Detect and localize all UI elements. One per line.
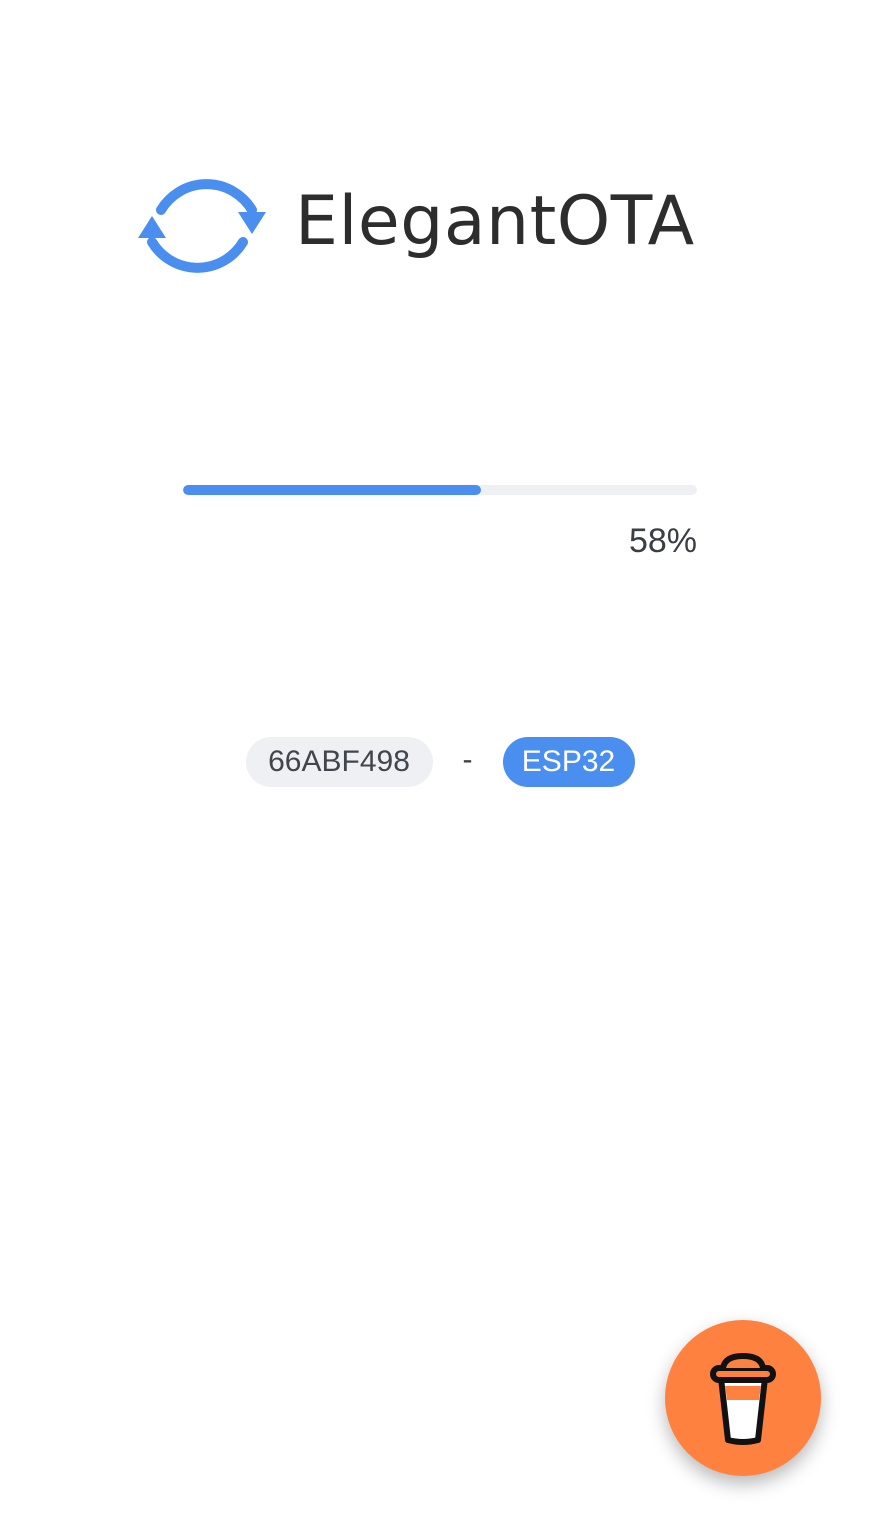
update-progress-bar [183, 485, 697, 495]
device-info: 66ABF498 - ESP32 [0, 737, 880, 787]
sync-arrows-icon [138, 179, 266, 273]
hardware-badge: ESP32 [502, 737, 635, 787]
app-name: ElegantOTA [295, 182, 695, 261]
progress-percent-label: 58% [628, 522, 697, 560]
device-id-badge: 66ABF498 [245, 737, 433, 787]
device-info-separator: - [462, 743, 473, 776]
coffee-cup-icon [710, 1353, 776, 1445]
app-logo: ElegantOTA [135, 165, 695, 285]
buy-me-a-coffee-button[interactable] [665, 1320, 821, 1476]
progress-fill [183, 485, 482, 495]
